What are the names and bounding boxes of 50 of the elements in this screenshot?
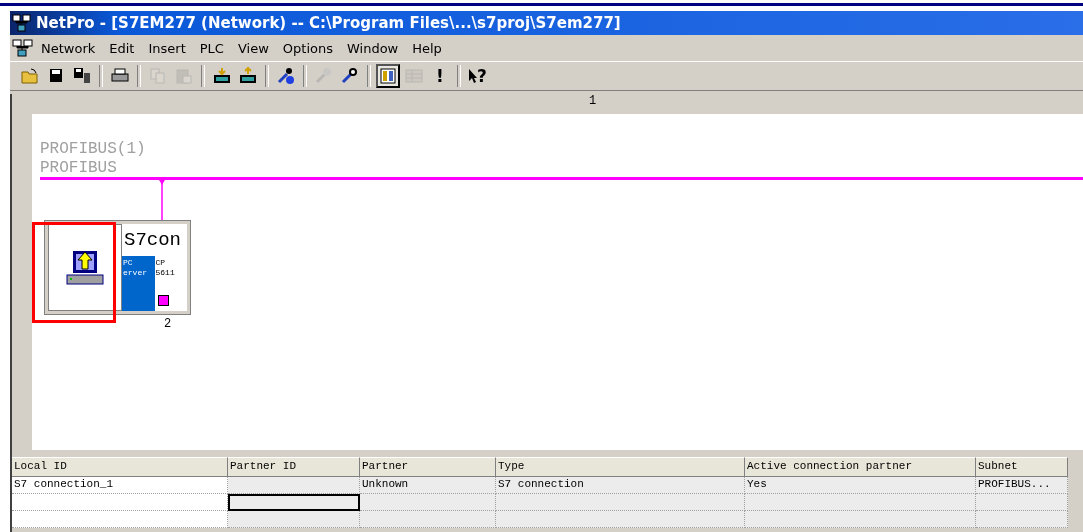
table-cell: PROFIBUS... [976,477,1068,494]
network-info-icon [277,67,295,85]
download-icon [213,67,231,85]
bus-connector [157,178,167,220]
column-header[interactable]: Local ID [12,457,228,477]
clipboard-icon [175,67,193,85]
table-cell: Yes [745,477,976,494]
subnet-type: PROFIBUS [40,159,117,178]
column-header[interactable]: Partner ID [228,457,360,477]
plug-icon [341,67,359,85]
folder-icon [21,67,39,85]
catalog-icon [379,67,397,85]
port-icon [157,295,169,306]
ruler-number: 1 [588,94,597,110]
plug-icon [315,67,333,85]
module-slot[interactable]: CP 5611 [154,256,187,311]
module-label: PC erver [122,257,148,279]
node-address: 2 [164,317,172,331]
menu-item[interactable]: PLC [192,40,231,56]
computer-icon [65,248,105,287]
menu-item[interactable]: View [230,40,276,56]
station-node[interactable]: S7con PC erver CP 5611 [44,220,191,315]
network-icon[interactable] [12,39,34,57]
pointer-icon [469,69,478,83]
floppy-disk-icon [73,67,91,85]
copy-icon [149,67,167,85]
network-icon [12,14,32,32]
help-button[interactable]: ? [466,64,490,88]
menu-item[interactable]: Window [339,40,406,56]
column-header[interactable]: Active connection partner [745,457,976,477]
window-title: NetPro - [S7EM277 (Network) -- C:\Program Files\...\s7proj\S7em277] [36,14,621,32]
menu-item[interactable]: Edit [102,40,142,56]
toolbar-button[interactable]: ! [428,64,452,88]
upload-icon [239,67,257,85]
toolbar-button[interactable] [376,64,400,88]
column-header[interactable]: Partner [360,457,496,477]
table-cell: S7 connection_1 [12,477,228,494]
module-slot[interactable]: PC erver [122,256,155,311]
column-header[interactable]: Type [496,457,745,477]
printer-icon [111,67,129,85]
column-header[interactable]: Subnet [976,457,1068,477]
menu-item[interactable]: Insert [141,40,193,56]
subnet-name: PROFIBUS(1) [40,140,146,159]
menu-item[interactable]: Help [405,40,449,56]
module-label: CP 5611 [154,257,176,279]
table-cell: S7 connection [496,477,745,494]
table-cell: Unknown [360,477,496,494]
station-name: S7con [122,224,187,256]
menu-item[interactable]: Options [275,40,340,56]
menu-item[interactable]: Network [34,40,103,56]
